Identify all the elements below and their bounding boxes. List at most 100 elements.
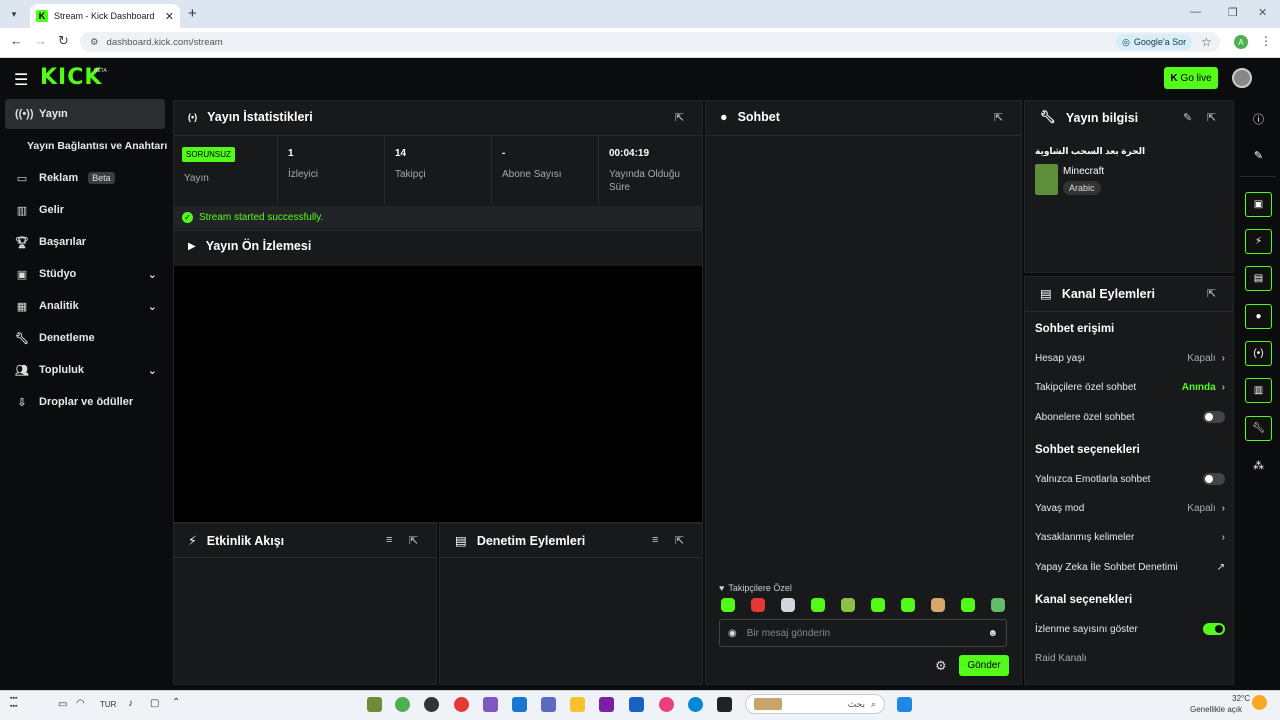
emote-only-toggle[interactable] (1203, 473, 1225, 485)
emote[interactable] (931, 598, 945, 612)
reload-icon[interactable]: ↻ (58, 33, 69, 49)
menu-icon[interactable]: ☰ (14, 70, 28, 90)
ai-moderation-row[interactable]: Yapay Zeka İle Sohbet Denetimi ↗ (1035, 556, 1225, 578)
rail-broadcast-icon[interactable]: (•) (1245, 341, 1272, 366)
wifi-icon[interactable]: ◠ (76, 698, 85, 709)
bookmark-star-icon[interactable]: ☆ (1201, 35, 1212, 49)
emote[interactable] (721, 598, 735, 612)
new-tab-button[interactable]: + (188, 5, 197, 22)
notification-icon[interactable]: ▢ (150, 698, 159, 709)
emote[interactable] (751, 598, 765, 612)
minecraft-app-icon[interactable] (367, 697, 382, 712)
stream-preview[interactable] (174, 266, 702, 522)
rail-stats-icon[interactable]: ▣ (1245, 192, 1272, 217)
obs-icon[interactable] (424, 697, 439, 712)
close-window-icon[interactable]: ✕ (1258, 6, 1267, 19)
category-name[interactable]: Minecraft (1063, 166, 1104, 177)
profile-avatar[interactable]: A (1234, 35, 1248, 49)
language-indicator[interactable]: TUR (100, 700, 116, 709)
rail-widgets-icon[interactable]: ⁂ (1245, 453, 1272, 478)
mic-icon[interactable]: ♪ (128, 698, 133, 709)
weather-sun-icon[interactable] (1252, 695, 1267, 710)
minimize-icon[interactable]: — (1190, 6, 1201, 18)
battery-icon[interactable]: ▭ (58, 699, 67, 710)
subs-chat-toggle[interactable] (1203, 411, 1225, 423)
user-avatar[interactable] (1232, 68, 1252, 88)
followers-chat-row[interactable]: Takipçilere özel sohbet Anında › (1035, 376, 1225, 398)
filter-icon[interactable]: ≡ (386, 534, 392, 546)
filter-icon[interactable]: ≡ (652, 534, 658, 546)
account-age-row[interactable]: Hesap yaşı Kapalı › (1035, 347, 1225, 369)
sidebar-item-analitik[interactable]: ▦ Analitik ⌄ (5, 291, 165, 321)
google-ask-button[interactable]: ◎ Google'a Sor (1116, 34, 1193, 50)
edit-pencil-icon[interactable]: ✎ (1245, 143, 1272, 168)
chrome-icon[interactable] (395, 697, 410, 712)
rail-wrench-icon[interactable]: 🔧︎ (1245, 416, 1272, 441)
edge-icon[interactable] (688, 697, 703, 712)
send-button[interactable]: Gönder (959, 655, 1009, 676)
restore-icon[interactable]: ❐ (1228, 6, 1238, 19)
browser-menu-icon[interactable]: ⋮ (1260, 34, 1272, 48)
sidebar-item-denetleme[interactable]: 🔧︎ Denetleme (5, 323, 165, 353)
slow-mode-row[interactable]: Yavaş mod Kapalı › (1035, 497, 1225, 519)
settings-gear-icon[interactable]: ⚙ (935, 658, 947, 674)
rail-chat-icon[interactable]: ● (1245, 304, 1272, 329)
taskbar-search[interactable]: بحث ⌕ (745, 694, 885, 714)
site-info-icon[interactable]: ⚙ (90, 37, 99, 48)
browser-tab[interactable]: K Stream - Kick Dashboard ✕ (30, 4, 180, 28)
category-thumbnail[interactable] (1035, 164, 1058, 195)
sidebar-item-stream-key[interactable]: Yayın Bağlantısı ve Anahtarı (5, 131, 171, 161)
chat-input[interactable]: ◉ Bir mesaj gönderin ☻ (719, 619, 1007, 647)
emote[interactable] (961, 598, 975, 612)
copilot-icon[interactable] (659, 697, 674, 712)
snipping-tool-icon[interactable] (483, 697, 498, 712)
sidebar-item-reklam[interactable]: ▭ Reklam Beta (5, 163, 165, 193)
file-explorer-icon[interactable] (570, 697, 585, 712)
close-tab-icon[interactable]: ✕ (165, 10, 174, 23)
divider (174, 557, 436, 558)
expand-icon[interactable]: ⇱ (675, 534, 684, 547)
rail-lightning-icon[interactable]: ⚡︎ (1245, 229, 1272, 254)
show-viewers-toggle[interactable] (1203, 623, 1225, 635)
sidebar-item-gelir[interactable]: ▥ Gelir (5, 195, 165, 225)
tray-clock-icon[interactable]: ▪▪▪ ▪▪▪ (10, 695, 17, 711)
sidebar-item-droplar[interactable]: ⇩ Droplar ve ödüller (5, 387, 165, 417)
start-icon[interactable] (897, 697, 912, 712)
forward-icon[interactable]: → (34, 33, 47, 48)
emote[interactable] (841, 598, 855, 612)
task-view-icon[interactable] (717, 697, 732, 712)
sidebar-item-topluluk[interactable]: 👥︎ Topluluk ⌄ (5, 355, 165, 385)
rail-document-icon[interactable]: ▤ (1245, 266, 1272, 291)
emoji-icon[interactable]: ☻ (987, 628, 998, 639)
emote[interactable] (811, 598, 825, 612)
sidebar-item-basarilar[interactable]: 🏆︎ Başarılar (5, 227, 165, 257)
back-icon[interactable]: ← (10, 33, 23, 48)
chrome-profile-icon[interactable] (454, 697, 469, 712)
raid-channel-row[interactable]: Raid Kanalı (1035, 647, 1225, 669)
url-field[interactable]: ⚙ dashboard.kick.com/stream (80, 32, 1220, 52)
tab-search-icon[interactable]: ▾ (6, 6, 22, 22)
store-icon[interactable] (629, 697, 644, 712)
sidebar-item-studyo[interactable]: ▣ Stüdyo ⌄ (5, 259, 165, 289)
app-icon[interactable] (599, 697, 614, 712)
chevron-up-icon[interactable]: ⌃ (172, 697, 180, 708)
kick-header (0, 58, 1280, 98)
expand-icon[interactable]: ⇱ (1207, 111, 1216, 124)
outlook-icon[interactable] (512, 697, 527, 712)
banned-words-row[interactable]: Yasaklanmış kelimeler › (1035, 526, 1225, 548)
teams-icon[interactable] (541, 697, 556, 712)
go-live-button[interactable]: K Go live (1164, 67, 1218, 89)
edit-pencil-icon[interactable]: ✎ (1183, 111, 1192, 124)
expand-icon[interactable]: ⇱ (1207, 287, 1216, 300)
expand-icon[interactable]: ⇱ (409, 534, 418, 547)
info-icon[interactable]: ⓘ (1245, 106, 1272, 131)
rail-server-icon[interactable]: ▥ (1245, 378, 1272, 403)
emote[interactable] (991, 598, 1005, 612)
expand-icon[interactable]: ⇱ (994, 111, 1003, 124)
followers-only-indicator: ♥ Takipçilere Özel (719, 583, 792, 593)
emote[interactable] (901, 598, 915, 612)
sidebar-item-yayin[interactable]: ((•)) Yayın (5, 99, 165, 129)
emote[interactable] (871, 598, 885, 612)
emote[interactable] (781, 598, 795, 612)
expand-icon[interactable]: ⇱ (675, 111, 684, 124)
